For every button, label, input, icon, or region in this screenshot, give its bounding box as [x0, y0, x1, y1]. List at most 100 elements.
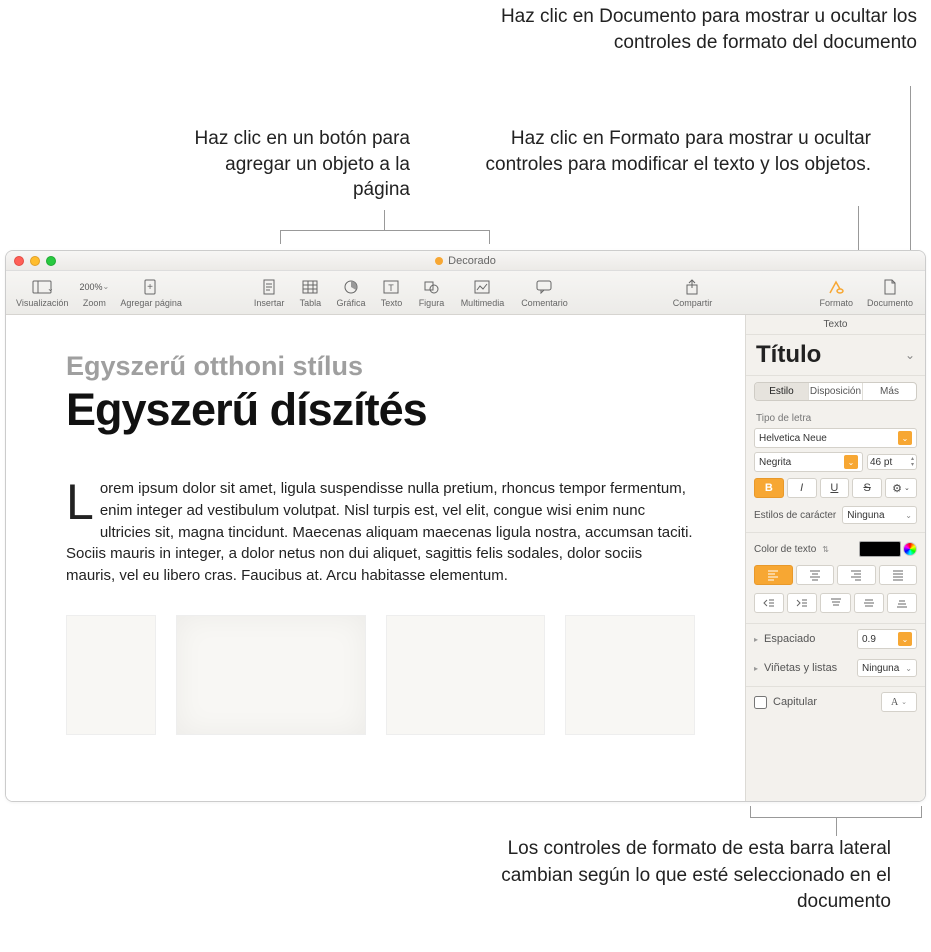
zoom-label: Zoom	[83, 298, 106, 308]
doc-body[interactable]: Lorem ipsum dolor sit amet, ligula suspe…	[66, 478, 695, 587]
outdent-button[interactable]	[754, 593, 784, 613]
chart-label: Gráfica	[336, 298, 365, 308]
indent-button[interactable]	[787, 593, 817, 613]
callout-format-text: Haz clic en Formato para mostrar u ocult…	[486, 128, 871, 175]
doc-subtitle[interactable]: Egyszerű otthoni stílus	[66, 351, 695, 382]
dropdown-icon: ⌄	[898, 632, 912, 646]
font-weight-select[interactable]: Negrita ⌄	[754, 452, 863, 472]
spacing-value: 0.9	[862, 634, 876, 645]
callout-sidebar: Los controles de formato de esta barra l…	[431, 836, 891, 916]
document-button[interactable]: Documento	[859, 276, 921, 310]
font-size-stepper[interactable]: 46 pt ▴▾	[867, 454, 917, 470]
view-button[interactable]: ⌄ Visualización	[10, 276, 74, 310]
view-icon: ⌄	[31, 278, 53, 296]
strike-button[interactable]: S	[852, 478, 882, 498]
vert-align-top-button[interactable]	[820, 593, 850, 613]
dropdown-icon: ⌄	[844, 455, 858, 469]
svg-text:+: +	[147, 282, 153, 293]
color-well[interactable]	[859, 541, 901, 557]
shape-icon	[420, 278, 442, 296]
paragraph-style-picker[interactable]: Título ⌄	[746, 335, 925, 376]
alignment-row-1	[746, 561, 925, 589]
doc-image[interactable]	[176, 615, 366, 735]
spacing-select[interactable]: 0.9 ⌄	[857, 629, 917, 649]
spacing-label: Espaciado	[764, 633, 815, 645]
add-page-button[interactable]: + Agregar página	[114, 276, 188, 310]
italic-label: I	[800, 482, 803, 494]
format-sidebar: Texto Título ⌄ Estilo Disposición Más Ti…	[745, 315, 925, 801]
font-family-select[interactable]: Helvetica Neue ⌄	[754, 428, 917, 448]
comment-label: Comentario	[521, 298, 568, 308]
media-icon	[471, 278, 493, 296]
text-color-control[interactable]	[859, 541, 917, 557]
bullets-value: Ninguna	[862, 663, 899, 674]
char-styles-label: Estilos de carácter	[754, 510, 836, 521]
bold-label: B	[765, 482, 773, 494]
disclosure-triangle-icon[interactable]: ▸	[754, 635, 758, 644]
align-center-button[interactable]	[796, 565, 835, 585]
comment-icon	[533, 278, 555, 296]
doc-image[interactable]	[565, 615, 695, 735]
sidebar-segment-tabs: Estilo Disposición Más	[754, 382, 917, 401]
align-left-button[interactable]	[754, 565, 793, 585]
insert-label: Insertar	[254, 298, 285, 308]
shape-button[interactable]: Figura	[411, 276, 451, 310]
disclosure-triangle-icon[interactable]: ▸	[754, 664, 758, 673]
comment-button[interactable]: Comentario	[513, 276, 575, 310]
chevron-down-icon: ⌄	[905, 348, 915, 362]
tab-layout[interactable]: Disposición	[809, 383, 863, 400]
dropcap-checkbox[interactable]	[754, 696, 767, 709]
insert-icon	[258, 278, 280, 296]
underline-button[interactable]: U	[820, 478, 850, 498]
sidebar-tab-header[interactable]: Texto	[746, 315, 925, 335]
char-styles-value: Ninguna	[847, 510, 884, 521]
view-label: Visualización	[16, 298, 68, 308]
format-button[interactable]: Formato	[813, 276, 859, 310]
bullets-select[interactable]: Ninguna ⌄	[857, 659, 917, 677]
callout-format: Haz clic en Formato para mostrar u ocult…	[451, 126, 871, 177]
doc-image[interactable]	[386, 615, 546, 735]
italic-button[interactable]: I	[787, 478, 817, 498]
callout-document-text: Haz clic en Documento para mostrar u ocu…	[501, 6, 917, 53]
vert-align-mid-button[interactable]	[854, 593, 884, 613]
leader-line	[858, 206, 859, 250]
advanced-options-button[interactable]: ⚙︎⌄	[885, 478, 917, 498]
media-button[interactable]: Multimedia	[451, 276, 513, 310]
bracket-insert	[280, 230, 490, 244]
dropcap-style-button[interactable]: A ⌄	[881, 692, 917, 712]
share-button[interactable]: Compartir	[661, 276, 723, 310]
text-button[interactable]: T Texto	[371, 276, 411, 310]
dropdown-icon: ⌄	[898, 431, 912, 445]
dropcap-style-value: A	[891, 697, 898, 708]
doc-image[interactable]	[66, 615, 156, 735]
document-canvas[interactable]: Egyszerű otthoni stílus Egyszerű díszíté…	[6, 315, 745, 801]
chart-button[interactable]: Gráfica	[330, 276, 371, 310]
tab-more[interactable]: Más	[863, 383, 916, 400]
zoom-control[interactable]: 200%⌄ Zoom	[74, 276, 114, 310]
char-styles-select[interactable]: Ninguna ⌄	[842, 506, 917, 524]
insert-button[interactable]: Insertar	[248, 276, 291, 310]
table-label: Tabla	[300, 298, 322, 308]
format-icon	[825, 278, 847, 296]
align-justify-button[interactable]	[879, 565, 918, 585]
bold-button[interactable]: B	[754, 478, 784, 498]
media-label: Multimedia	[461, 298, 505, 308]
vert-align-bot-button[interactable]	[887, 593, 917, 613]
table-button[interactable]: Tabla	[290, 276, 330, 310]
doc-title[interactable]: Egyszerű díszítés	[66, 384, 695, 436]
callout-insert-text: Haz clic en un botón para agregar un obj…	[195, 128, 410, 200]
dropcap: L	[66, 478, 100, 524]
align-right-button[interactable]	[837, 565, 876, 585]
titlebar: Decorado	[6, 251, 925, 271]
disclosure-icon: ⇅	[822, 545, 829, 554]
tab-style[interactable]: Estilo	[755, 383, 809, 400]
toolbar: ⌄ Visualización 200%⌄ Zoom + Agregar pág…	[6, 271, 925, 315]
app-window: Decorado ⌄ Visualización 200%⌄ Zoom + Ag…	[5, 250, 926, 802]
chevron-down-icon: ⌄	[901, 698, 907, 706]
color-wheel-icon[interactable]	[903, 542, 917, 556]
doc-image-row	[66, 615, 695, 735]
gear-icon: ⚙︎	[892, 482, 902, 495]
leader-line	[910, 86, 911, 250]
body-text: orem ipsum dolor sit amet, ligula suspen…	[66, 480, 693, 584]
add-page-icon: +	[140, 278, 162, 296]
